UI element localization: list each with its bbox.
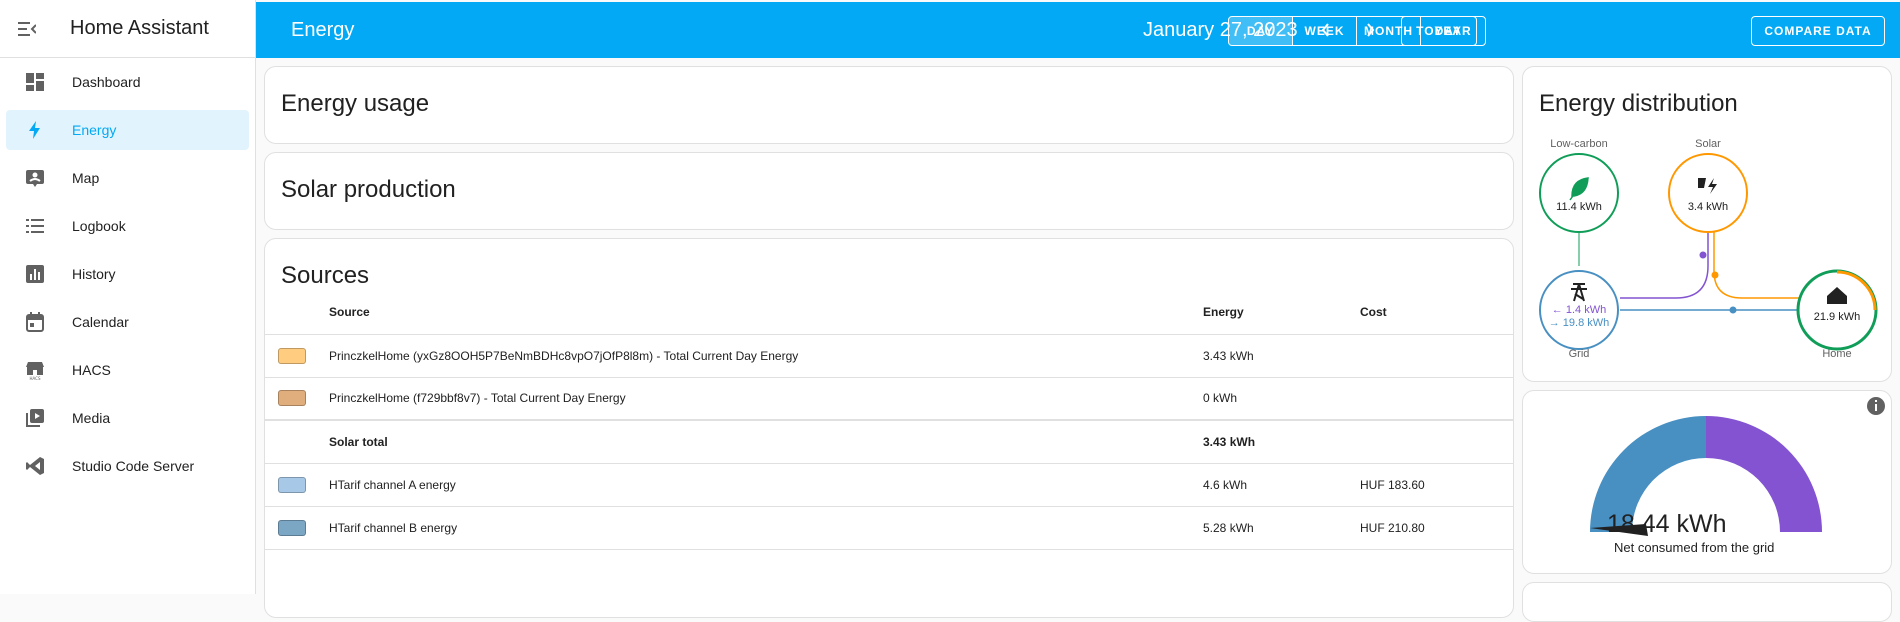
energy-column-header: Energy (1203, 291, 1360, 335)
energy-flow-diagram (1539, 153, 1878, 351)
menu-icon (18, 21, 36, 36)
card-title: Energy usage (281, 90, 430, 117)
gauge-label: Net consumed from the grid (1614, 540, 1775, 555)
grid-consumption-value: → 19.8 kWh (1548, 317, 1610, 329)
sidebar-item-map[interactable]: Map (6, 158, 249, 198)
solar-to-home-flow-line (1713, 232, 1800, 299)
gauge-value: 18.44 kWh (1607, 510, 1727, 538)
dashboard-icon (26, 73, 44, 91)
sidebar-item-label: Energy (72, 122, 117, 138)
source-cost-cell (1360, 334, 1513, 378)
source-source-cell: PrinczkelHome (yxGz8OOH5P7BeNmBDHc8vpO7j… (329, 334, 1203, 378)
sidebar-item-label: Media (72, 410, 111, 426)
table-row: PrinczkelHome (yxGz8OOH5P7BeNmBDHc8vpO7j… (265, 334, 1513, 378)
home-label: Home (1822, 348, 1852, 360)
sidebar-item-hacs[interactable]: HACS HACS (6, 350, 249, 390)
source-energy-cell: 3.43 kWh (1203, 419, 1360, 464)
period-selector: DAY WEEK MONTH YEAR (1228, 16, 1486, 46)
sidebar-item-energy[interactable]: Energy (6, 110, 249, 150)
next-card (1522, 582, 1892, 622)
solar-value: 3.4 kWh (1687, 201, 1729, 213)
solar-production-card: Solar production (264, 152, 1514, 230)
sidebar-item-dashboard[interactable]: Dashboard (6, 62, 249, 102)
period-day-button[interactable]: DAY (1229, 17, 1293, 45)
flow-dot (1729, 306, 1737, 314)
sidebar-item-media[interactable]: Media (6, 398, 249, 438)
source-color-swatch (278, 519, 306, 536)
chart-box-icon (26, 265, 44, 283)
vscode-icon (26, 457, 44, 475)
sidebar-item-history[interactable]: History (6, 254, 249, 294)
solar-circle[interactable] (1668, 153, 1748, 233)
top-app-bar: Energy January 27, 2023 TODAY DAY WEEK M… (256, 2, 1900, 58)
energy-usage-card: Energy usage (264, 66, 1514, 144)
list-icon (26, 219, 44, 233)
sidebar-item-logbook[interactable]: Logbook (6, 206, 249, 246)
play-box-multiple-icon (26, 409, 44, 427)
table-total-row: Solar total 3.43 kWh (265, 419, 1513, 464)
sidebar-item-label: Map (72, 170, 100, 186)
source-color-swatch (278, 347, 306, 364)
period-month-button[interactable]: MONTH (1357, 17, 1421, 45)
solar-to-grid-flow-line (1620, 232, 1709, 299)
card-title: Sources (281, 262, 370, 289)
sources-card: Sources Source Energy Cost PrinczkelHome… (264, 238, 1514, 618)
flow-dot (1711, 271, 1719, 279)
calendar-icon (26, 312, 44, 332)
period-year-button[interactable]: YEAR (1421, 17, 1485, 45)
source-energy-cell: 5.28 kWh (1203, 506, 1360, 550)
cost-column-header: Cost (1360, 291, 1513, 335)
table-row: HTarif channel B energy 5.28 kWh HUF 210.8… (265, 506, 1513, 550)
sidebar-item-label: Dashboard (72, 74, 141, 90)
grid-return-value: ← 1.4 kWh (1551, 304, 1607, 316)
source-cost-cell: HUF 210.80 (1360, 506, 1513, 550)
source-source-cell: HTarif channel A energy (329, 463, 1203, 507)
compare-data-button[interactable]: COMPARE DATA (1751, 16, 1885, 46)
sidebar-item-label: Studio Code Server (72, 458, 195, 474)
source-source-cell: HTarif channel B energy (329, 506, 1203, 550)
table-header-row: Source Energy Cost (265, 291, 1513, 335)
map-account-icon (26, 170, 44, 187)
sidebar-item-label: Logbook (72, 218, 126, 234)
source-color-swatch (278, 476, 306, 493)
low-carbon-value: 11.4 kWh (1556, 201, 1602, 213)
sidebar-header: Home Assistant (0, 0, 255, 58)
info-icon[interactable] (1866, 396, 1886, 416)
sources-table: Source Energy Cost PrinczkelHome (yxGz8O… (265, 291, 1513, 550)
lightning-icon (29, 121, 40, 139)
app-title: Home Assistant (70, 17, 209, 39)
sidebar-item-label: Calendar (72, 314, 129, 330)
table-row: PrinczkelHome (f729bbf8v7) - Total Curre… (265, 377, 1513, 421)
source-energy-cell: 0 kWh (1203, 377, 1360, 421)
period-week-button[interactable]: WEEK (1293, 17, 1357, 45)
svg-text:HACS: HACS (29, 376, 40, 380)
flow-dot (1699, 251, 1707, 259)
page-title: Energy (291, 18, 355, 41)
source-source-cell: Solar total (329, 419, 1203, 464)
source-energy-cell: 3.43 kWh (1203, 334, 1360, 378)
sidebar-item-label: History (72, 266, 116, 282)
low-carbon-label: Low-carbon (1550, 138, 1608, 150)
source-energy-cell: 4.6 kWh (1203, 463, 1360, 507)
source-cost-cell: HUF 183.60 (1360, 463, 1513, 507)
grid-label: Grid (1568, 348, 1590, 360)
card-title: Solar production (281, 176, 456, 203)
solar-label: Solar (1695, 138, 1721, 150)
home-value: 21.9 kWh (1813, 311, 1861, 323)
source-cost-cell (1360, 377, 1513, 421)
sidebar-item-label: HACS (72, 362, 111, 378)
sidebar-item-calendar[interactable]: Calendar (6, 302, 249, 342)
table-row: HTarif channel A energy 4.6 kWh HUF 183.60 (265, 463, 1513, 507)
sidebar-item-studio-code-server[interactable]: Studio Code Server (6, 446, 249, 486)
source-color-swatch (278, 390, 306, 407)
source-source-cell: PrinczkelHome (f729bbf8v7) - Total Curre… (329, 377, 1203, 421)
sidebar: Home Assistant Dashboard Energy Map Logb… (0, 0, 256, 594)
menu-toggle-button[interactable] (0, 0, 54, 58)
source-column-header: Source (329, 291, 1203, 335)
hacs-icon: HACS (26, 362, 44, 380)
source-cost-cell (1360, 419, 1513, 464)
